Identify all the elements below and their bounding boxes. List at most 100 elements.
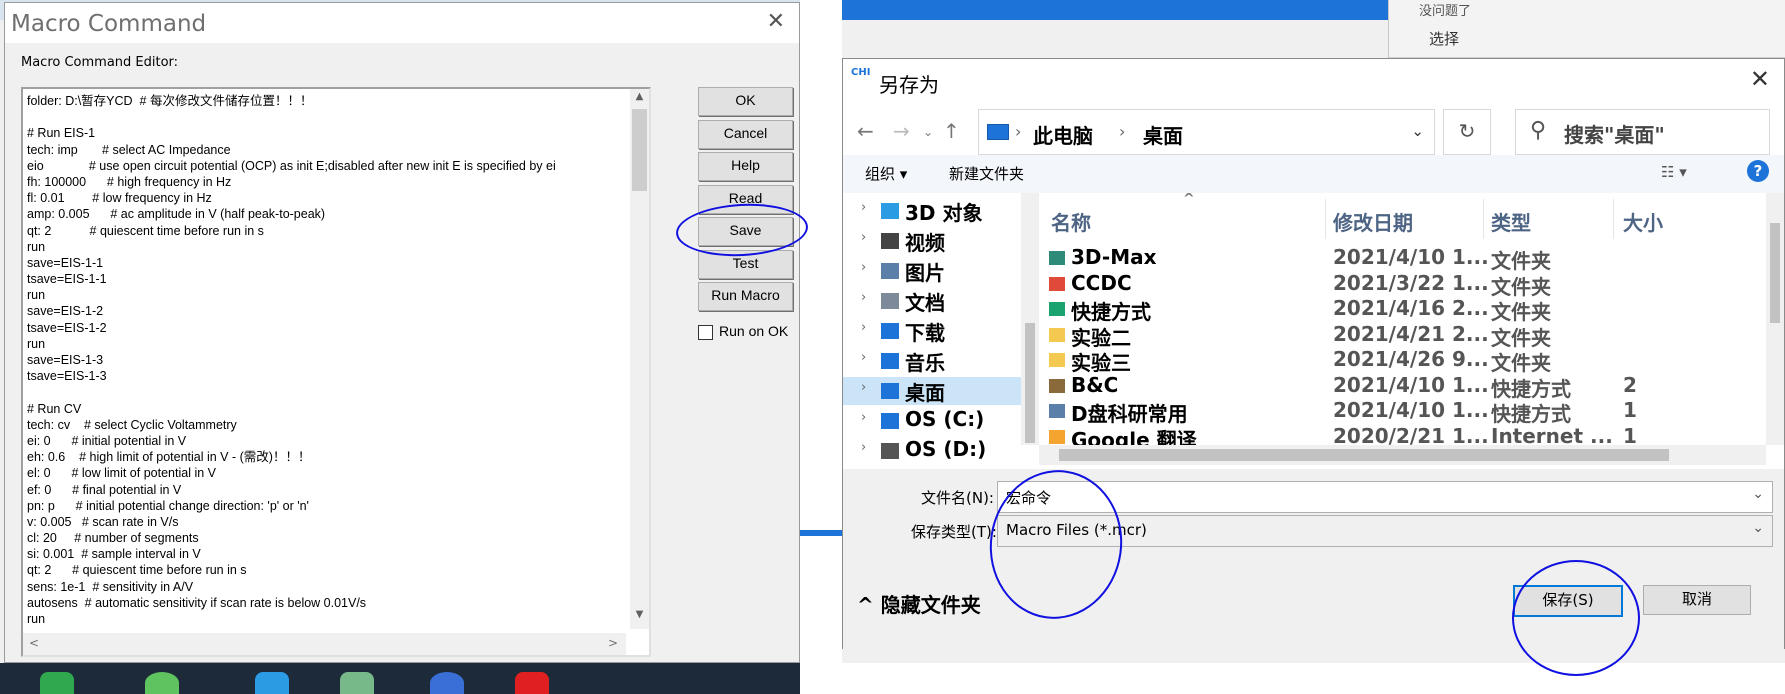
annotation-circle-save-button	[1512, 560, 1640, 676]
column-divider[interactable]	[1483, 199, 1484, 239]
file-list-vertical-scrollbar[interactable]	[1766, 193, 1784, 445]
file-date: 2021/4/26 9...	[1333, 347, 1489, 371]
file-row[interactable]: 实验二 2021/4/21 2... 文件夹	[1039, 321, 1766, 350]
file-row[interactable]: 实验三 2021/4/26 9... 文件夹	[1039, 347, 1766, 375]
macro-editor-text[interactable]: folder: D:\暂存YCD # 每次修改文件储存位置！！！ # Run EI…	[27, 93, 622, 625]
refresh-icon[interactable]: ↻	[1443, 109, 1491, 155]
taskbar-app-icon[interactable]	[40, 672, 74, 694]
run-on-ok-label: Run on OK	[719, 323, 789, 339]
address-bar[interactable]: › 此电脑 › 桌面 ⌄	[978, 109, 1435, 155]
taskbar-app-icon[interactable]	[145, 672, 179, 694]
scroll-right-icon[interactable]: >	[608, 636, 618, 650]
file-date: 2021/4/21 2...	[1333, 321, 1489, 346]
cancel-button[interactable]: 取消	[1643, 585, 1751, 615]
filetype-label: 保存类型(T):	[911, 523, 997, 541]
help-icon[interactable]: ?	[1747, 160, 1769, 182]
chevron-right-icon[interactable]: ›	[861, 440, 866, 455]
organize-menu[interactable]: 组织 ▾	[865, 163, 907, 184]
scroll-thumb[interactable]	[632, 109, 647, 191]
breadcrumb-separator-icon[interactable]: ›	[1119, 122, 1125, 141]
picture-icon	[881, 263, 899, 279]
scroll-down-icon[interactable]: ▼	[630, 609, 649, 627]
taskbar-app-icon[interactable]	[255, 672, 289, 694]
hide-folders-toggle[interactable]: ^ 隐藏文件夹	[857, 589, 981, 618]
scroll-thumb[interactable]	[1059, 449, 1669, 461]
new-folder-button[interactable]: 新建文件夹	[949, 163, 1024, 184]
file-list-horizontal-scrollbar[interactable]	[1039, 445, 1766, 465]
chevron-right-icon[interactable]: ›	[861, 320, 866, 335]
chevron-right-icon[interactable]: ›	[861, 410, 866, 425]
breadcrumb-desktop[interactable]: 桌面	[1143, 120, 1183, 149]
editor-vertical-scrollbar[interactable]: ▲ ▼	[630, 89, 649, 629]
editor-line: tsave=EIS-1-3	[27, 369, 107, 384]
macro-editor-textarea[interactable]: folder: D:\暂存YCD # 每次修改文件储存位置！！！ # Run EI…	[21, 87, 651, 657]
ok-button[interactable]: OK	[698, 87, 793, 116]
column-header-name[interactable]: 名称	[1051, 207, 1091, 236]
forward-arrow-icon[interactable]: →	[893, 119, 910, 143]
editor-line: qt: 2 # quiescent time before run in s	[27, 563, 247, 578]
chevron-right-icon[interactable]: ›	[861, 290, 866, 305]
chevron-right-icon[interactable]: ›	[861, 200, 866, 215]
hide-folders-label: 隐藏文件夹	[880, 593, 981, 617]
document-icon	[881, 293, 899, 309]
breadcrumb-separator-icon[interactable]: ›	[1015, 122, 1021, 141]
tree-scrollbar[interactable]	[1021, 193, 1039, 445]
tree-item[interactable]: › 音乐	[843, 347, 1021, 375]
taskbar-app-icon[interactable]	[340, 672, 374, 694]
chevron-down-icon[interactable]: ⌄	[1411, 122, 1424, 140]
back-arrow-icon[interactable]: ←	[857, 119, 874, 143]
chevron-right-icon[interactable]: ›	[861, 260, 866, 275]
editor-line: v: 0.005 # scan rate in V/s	[27, 514, 179, 529]
taskbar-app-icon[interactable]	[515, 672, 549, 694]
column-divider[interactable]	[1325, 199, 1326, 239]
file-row[interactable]: D盘科研常用 2021/4/10 1... 快捷方式 1	[1039, 398, 1766, 426]
column-header-type[interactable]: 类型	[1491, 207, 1531, 236]
chevron-right-icon[interactable]: ›	[861, 230, 866, 245]
file-row[interactable]: 快捷方式 2021/4/16 2... 文件夹	[1039, 296, 1766, 324]
column-divider[interactable]	[1613, 199, 1614, 239]
search-input[interactable]: ⚲ 搜索"桌面"	[1515, 109, 1770, 155]
tree-item[interactable]: › 桌面	[843, 377, 1021, 405]
scroll-thumb[interactable]	[1770, 223, 1780, 323]
taskbar-app-icon[interactable]	[430, 672, 464, 694]
chevron-right-icon[interactable]: ›	[861, 350, 866, 365]
scroll-left-icon[interactable]: <	[29, 636, 39, 650]
editor-line: tsave=EIS-1-1	[27, 272, 107, 287]
view-options-icon[interactable]: ☷ ▾	[1661, 163, 1687, 181]
file-row[interactable]: CCDC 2021/3/22 1... 文件夹	[1039, 271, 1766, 299]
run-macro-button[interactable]: Run Macro	[698, 282, 793, 311]
tree-item-label: OS (D:)	[905, 437, 987, 461]
close-icon[interactable]: ✕	[1750, 65, 1770, 93]
tree-item[interactable]: › OS (D:)	[843, 437, 1021, 461]
breadcrumb-this-pc[interactable]: 此电脑	[1033, 120, 1093, 149]
editor-horizontal-scrollbar[interactable]: < >	[23, 633, 626, 655]
close-icon[interactable]: ✕	[767, 9, 785, 34]
background-window-body	[800, 0, 842, 663]
file-row[interactable]: Google 翻译 2020/2/21 1... Internet ... 1	[1039, 424, 1766, 445]
tree-item[interactable]: › 3D 对象	[843, 197, 1021, 225]
scroll-thumb[interactable]	[1025, 323, 1035, 443]
recent-locations-chevron-icon[interactable]: ⌄	[923, 125, 933, 139]
column-header-date[interactable]: 修改日期	[1333, 207, 1413, 236]
tree-item[interactable]: › 文档	[843, 287, 1021, 315]
tree-item[interactable]: › 下载	[843, 317, 1021, 345]
file-row[interactable]: B&C 2021/4/10 1... 快捷方式 2	[1039, 372, 1766, 401]
checkbox-box[interactable]	[698, 324, 713, 340]
scroll-up-icon[interactable]: ▲	[630, 91, 649, 109]
chevron-down-icon[interactable]: ⌄	[1752, 520, 1764, 536]
file-row[interactable]: 3D-Max 2021/4/10 1... 文件夹	[1039, 245, 1766, 273]
cancel-button[interactable]: Cancel	[698, 120, 793, 149]
file-size: 1	[1623, 398, 1637, 422]
tree-item[interactable]: › 视频	[843, 227, 1021, 255]
tree-item[interactable]: › 图片	[843, 257, 1021, 285]
file-date: 2021/4/10 1...	[1333, 245, 1489, 269]
help-button[interactable]: Help	[698, 152, 793, 181]
ribbon-select-label[interactable]: 选择	[1429, 28, 1459, 49]
tree-item[interactable]: › OS (C:)	[843, 407, 1021, 435]
chevron-right-icon[interactable]: ›	[861, 380, 866, 395]
up-arrow-icon[interactable]: ↑	[943, 119, 960, 143]
file-date: 2021/4/10 1...	[1333, 372, 1489, 397]
chevron-down-icon[interactable]: ⌄	[1752, 486, 1764, 502]
run-on-ok-checkbox[interactable]: Run on OK	[698, 323, 788, 340]
column-header-size[interactable]: 大小	[1623, 207, 1663, 236]
